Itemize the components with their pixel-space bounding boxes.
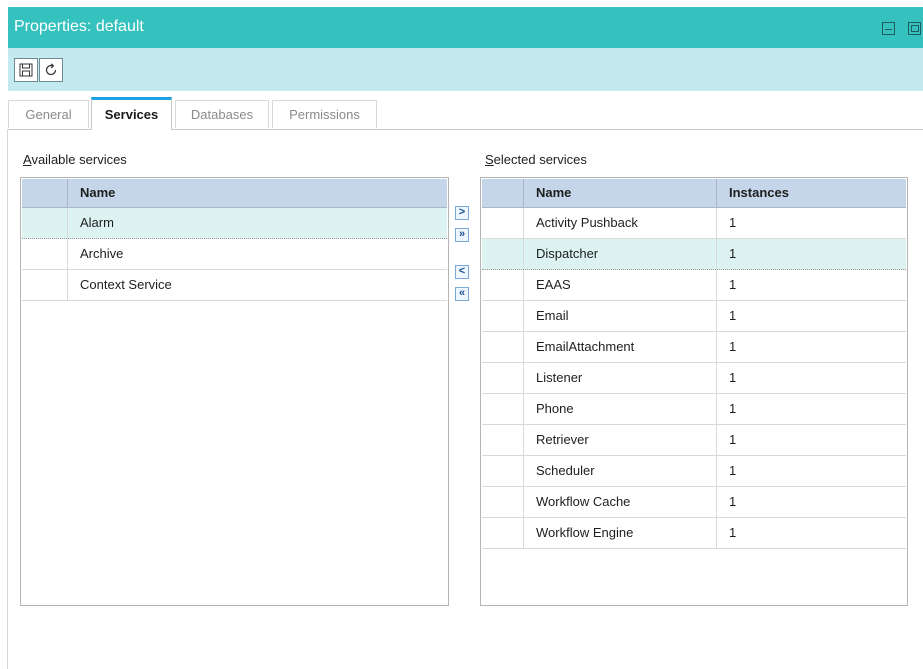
selected-services-label: Selected services <box>485 152 587 167</box>
title-bar: Properties: default <box>8 7 923 48</box>
service-name: Workflow Cache <box>523 487 716 517</box>
table-row[interactable]: Scheduler 1 <box>482 456 906 487</box>
column-header-name[interactable]: Name <box>523 179 716 207</box>
table-row[interactable]: Workflow Engine 1 <box>482 518 906 549</box>
service-instances: 1 <box>716 270 906 300</box>
service-name: Scheduler <box>523 456 716 486</box>
service-name: Retriever <box>523 425 716 455</box>
remove-all-button[interactable]: « <box>455 287 469 301</box>
minimize-icon[interactable] <box>882 22 895 35</box>
table-row[interactable]: Activity Pushback 1 <box>482 208 906 239</box>
service-instances: 1 <box>716 425 906 455</box>
service-name: Listener <box>523 363 716 393</box>
service-name: EmailAttachment <box>523 332 716 362</box>
service-name: Context Service <box>67 270 447 300</box>
window-title: Properties: default <box>14 18 144 35</box>
tab-bar: General Services Databases Permissions <box>8 97 923 130</box>
available-services-grid[interactable]: Name Alarm Archive Context Service <box>20 177 449 606</box>
refresh-button[interactable] <box>39 58 63 82</box>
table-row[interactable]: Listener 1 <box>482 363 906 394</box>
table-row[interactable]: Workflow Cache 1 <box>482 487 906 518</box>
grid-header: Name <box>22 179 447 208</box>
save-icon <box>19 63 33 77</box>
service-instances: 1 <box>716 239 906 269</box>
service-name: Workflow Engine <box>523 518 716 548</box>
grid-header: Name Instances <box>482 179 906 208</box>
service-instances: 1 <box>716 301 906 331</box>
table-row[interactable]: Email 1 <box>482 301 906 332</box>
service-name: Activity Pushback <box>523 208 716 238</box>
service-instances: 1 <box>716 332 906 362</box>
selected-services-grid[interactable]: Name Instances Activity Pushback 1 Dispatc… <box>480 177 908 606</box>
service-instances: 1 <box>716 518 906 548</box>
tab-services[interactable]: Services <box>91 97 172 130</box>
service-name: EAAS <box>523 270 716 300</box>
table-row[interactable]: EAAS 1 <box>482 270 906 301</box>
service-instances: 1 <box>716 487 906 517</box>
tab-databases[interactable]: Databases <box>175 100 269 128</box>
column-header-instances[interactable]: Instances <box>716 179 906 207</box>
refresh-icon <box>45 63 57 76</box>
service-name: Email <box>523 301 716 331</box>
table-row[interactable]: Alarm <box>22 208 447 239</box>
column-header-name[interactable]: Name <box>67 179 447 207</box>
service-name: Dispatcher <box>523 239 716 269</box>
table-row[interactable]: EmailAttachment 1 <box>482 332 906 363</box>
table-row[interactable]: Retriever 1 <box>482 425 906 456</box>
panel-border <box>7 129 8 669</box>
service-name: Alarm <box>67 208 447 238</box>
table-row[interactable]: Context Service <box>22 270 447 301</box>
remove-button[interactable]: < <box>455 265 469 279</box>
service-instances: 1 <box>716 208 906 238</box>
add-button[interactable]: > <box>455 206 469 220</box>
tab-permissions[interactable]: Permissions <box>272 100 377 128</box>
table-row[interactable]: Dispatcher 1 <box>482 239 906 270</box>
tab-general[interactable]: General <box>8 100 89 128</box>
service-instances: 1 <box>716 363 906 393</box>
service-name: Phone <box>523 394 716 424</box>
add-all-button[interactable]: » <box>455 228 469 242</box>
table-row[interactable]: Phone 1 <box>482 394 906 425</box>
available-services-label: Available services <box>23 152 127 167</box>
table-row[interactable]: Archive <box>22 239 447 270</box>
service-instances: 1 <box>716 456 906 486</box>
restore-icon[interactable] <box>908 22 921 35</box>
service-name: Archive <box>67 239 447 269</box>
service-instances: 1 <box>716 394 906 424</box>
toolbar <box>8 48 923 91</box>
save-button[interactable] <box>14 58 38 82</box>
